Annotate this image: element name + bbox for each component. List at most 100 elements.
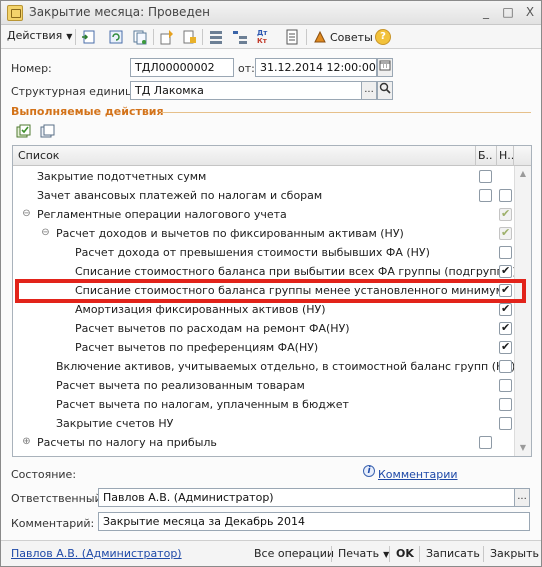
calendar-icon	[379, 60, 391, 71]
table-row[interactable]: ⊖ Расчет доходов и вычетов по фиксированн…	[13, 224, 513, 243]
row-label: Списание стоимостного баланса при выбыти…	[75, 265, 517, 278]
toolbar-divider	[202, 29, 203, 45]
checkbox-b[interactable]	[479, 170, 492, 183]
unit-field[interactable]: ТД Лакомка	[130, 81, 362, 100]
toolbar: Действия ▼ Дт Кт Советы ?	[1, 25, 541, 49]
responsible-label: Ответственный:	[11, 492, 106, 505]
document-icon[interactable]	[284, 29, 300, 45]
unit-select-button[interactable]: ...	[361, 81, 377, 100]
row-label: Амортизация фиксированных активов (НУ)	[75, 303, 326, 316]
table-row[interactable]: Расчет дохода от превышения стоимости вы…	[13, 243, 513, 262]
responsible-field[interactable]: Павлов А.В. (Администратор)	[98, 488, 515, 507]
table-row[interactable]: Расчет вычетов по расходам на ремонт ФА(…	[13, 319, 513, 338]
status-divider	[389, 546, 390, 562]
highlight-frame	[15, 279, 526, 303]
column-list-header[interactable]: Список	[18, 149, 59, 162]
checkbox-n	[499, 207, 512, 221]
user-link[interactable]: Павлов А.В. (Администратор)	[11, 547, 182, 560]
table-row[interactable]: Расчет вычетов по преференциям ФА(НУ)	[13, 338, 513, 357]
scroll-up-icon[interactable]: ▲	[515, 166, 531, 182]
row-label: Закрытие счетов НУ	[56, 417, 174, 430]
table-row[interactable]: Расчет вычета по реализованным товарам	[13, 376, 513, 395]
checkbox-n[interactable]	[499, 321, 512, 335]
row-label: Регламентные операции налогового учета	[37, 208, 287, 221]
check-all-icon[interactable]	[15, 123, 33, 141]
print-menu-button[interactable]: Печать ▼	[338, 547, 389, 560]
print-icon[interactable]	[181, 29, 197, 45]
status-divider	[483, 546, 484, 562]
close-window-button[interactable]: X	[521, 4, 539, 21]
date-field[interactable]: 31.12.2014 12:00:00	[255, 58, 377, 77]
row-label: Расчет вычета по налогам, уплаченным в б…	[56, 398, 349, 411]
uncheck-all-icon[interactable]	[39, 123, 57, 141]
calendar-button[interactable]	[377, 58, 393, 77]
list-icon[interactable]	[208, 29, 224, 45]
section-title: Выполняемые действия	[11, 105, 164, 118]
post-and-close-icon[interactable]	[81, 29, 97, 45]
comment-field[interactable]: Закрытие месяца за Декабрь 2014	[98, 512, 530, 531]
table-row[interactable]: Зачет авансовых платежей по налогам и сб…	[13, 186, 513, 205]
checkbox-n[interactable]	[499, 246, 512, 259]
checkbox-n[interactable]	[499, 189, 512, 202]
search-icon	[379, 82, 391, 94]
checkbox-b[interactable]	[479, 436, 492, 449]
all-operations-button[interactable]: Все операции	[254, 547, 334, 560]
status-bar: Павлов А.В. (Администратор) Все операции…	[1, 540, 541, 566]
comments-link[interactable]: Комментарии	[378, 468, 458, 481]
checkbox-n	[499, 226, 512, 240]
scroll-down-icon[interactable]: ▼	[515, 440, 531, 456]
status-divider	[331, 546, 332, 562]
collapse-icon[interactable]: ⊖	[21, 209, 32, 220]
checkbox-b[interactable]	[479, 189, 492, 202]
checkbox-n[interactable]	[499, 417, 512, 430]
column-n-header[interactable]: Н..	[499, 149, 514, 162]
document-icon	[7, 5, 23, 21]
table-header: Список Б.. Н..	[13, 146, 531, 166]
tips-button[interactable]: Советы	[313, 28, 373, 46]
collapse-icon[interactable]: ⊖	[40, 228, 51, 239]
checkbox-n[interactable]	[499, 302, 512, 316]
table-row[interactable]: ⊖ Регламентные операции налогового учета	[13, 205, 513, 224]
row-label: Расчет вычетов по преференциям ФА(НУ)	[75, 341, 319, 354]
toolbar-divider	[153, 29, 154, 45]
checkbox-n[interactable]	[499, 264, 512, 278]
row-label: Закрытие подотчетных сумм	[37, 170, 207, 183]
table-row[interactable]: Включение активов, учитываемых отдельно,…	[13, 357, 516, 376]
checkbox-n[interactable]	[499, 398, 512, 411]
title-bar: Закрытие месяца: Проведен _ □ X	[1, 1, 541, 25]
expand-icon[interactable]: ⊕	[21, 437, 32, 448]
write-button[interactable]: Записать	[426, 547, 480, 560]
row-label: Расчет дохода от превышения стоимости вы…	[75, 246, 430, 259]
table-row[interactable]: Расчет вычета по налогам, уплаченным в б…	[13, 395, 513, 414]
tips-icon	[314, 30, 326, 43]
close-button[interactable]: Закрыть	[490, 547, 539, 560]
column-b-header[interactable]: Б..	[478, 149, 493, 162]
structure-icon[interactable]	[159, 29, 175, 45]
minimize-button[interactable]: _	[477, 4, 495, 21]
checkbox-n[interactable]	[499, 379, 512, 392]
checkbox-n[interactable]	[499, 360, 512, 373]
state-label: Состояние:	[11, 468, 77, 481]
tips-label: Советы	[330, 30, 373, 44]
unit-open-button[interactable]	[377, 81, 393, 100]
vertical-scrollbar[interactable]: ▲ ▼	[514, 166, 531, 456]
document-window: Закрытие месяца: Проведен _ □ X Действия…	[0, 0, 542, 567]
table-row[interactable]: ⊕ Расчеты по налогу на прибыль	[13, 433, 513, 452]
number-field[interactable]: ТДЛ00000002	[130, 58, 234, 77]
table-row[interactable]: Закрытие счетов НУ	[13, 414, 513, 433]
tree-icon[interactable]	[232, 29, 248, 45]
actions-menu[interactable]: Действия ▼	[7, 29, 72, 42]
copy-icon[interactable]	[132, 29, 148, 45]
table-row[interactable]: Закрытие подотчетных сумм	[13, 167, 513, 186]
maximize-button[interactable]: □	[499, 4, 517, 21]
dt-kt-icon[interactable]: Дт Кт	[257, 29, 273, 45]
refresh-icon[interactable]	[108, 29, 124, 45]
responsible-select-button[interactable]: ...	[514, 488, 530, 507]
kt-label: Кт	[257, 37, 267, 45]
window-title: Закрытие месяца: Проведен	[29, 5, 210, 19]
checkbox-n[interactable]	[499, 340, 512, 354]
help-button[interactable]: ?	[375, 29, 391, 45]
ok-button[interactable]: OK	[396, 547, 414, 560]
row-label: Включение активов, учитываемых отдельно,…	[56, 360, 516, 373]
toolbar-divider	[306, 29, 307, 45]
